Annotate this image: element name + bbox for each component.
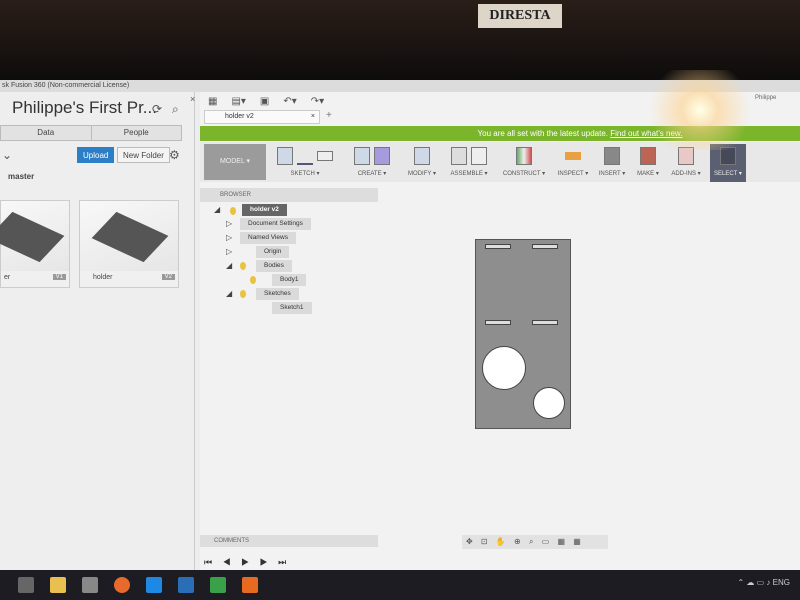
expand-arrow[interactable]: ▷ [226, 219, 232, 228]
close-icon[interactable]: × [190, 94, 195, 104]
file-card[interactable]: er V1 [0, 200, 70, 288]
refresh-icon[interactable]: ⟳ [152, 102, 162, 116]
taskbar [0, 570, 800, 600]
file-icon[interactable]: ▤▾ [231, 96, 245, 107]
data-panel: Philippe's First Pr... ⟳ ⌕ × Data People … [0, 92, 195, 570]
edge-icon[interactable] [146, 577, 162, 593]
file-card[interactable]: holder V2 [79, 200, 179, 288]
inspect-group[interactable]: INSPECT ▾ [554, 144, 592, 182]
collapse-arrow[interactable]: ◢ [226, 289, 232, 298]
extrude-icon[interactable] [354, 147, 370, 165]
new-tab-icon[interactable]: + [326, 110, 332, 121]
gear-icon[interactable]: ⚙ [169, 148, 180, 162]
document-tab-label: holder v2 [225, 113, 254, 120]
branch-label: master [8, 172, 35, 181]
chevron-down-icon[interactable]: ⌄ [2, 148, 12, 162]
fusion-360-icon[interactable] [242, 577, 258, 593]
navigation-bar[interactable]: ✥ ⊡ ✋ ⊕ ⌕ ▭ ▦ ▦ [462, 535, 608, 549]
document-tab[interactable]: holder v2 × [204, 110, 320, 124]
expand-arrow[interactable]: ▷ [226, 247, 232, 256]
app-icon[interactable] [210, 577, 226, 593]
visibility-bulb-icon[interactable] [240, 290, 246, 298]
light-glare [640, 70, 760, 150]
banner-text: You are all set with the latest update. [477, 129, 608, 138]
grid-menu-icon[interactable]: ▦ [208, 96, 217, 107]
press-pull-icon[interactable] [414, 147, 430, 165]
expand-arrow[interactable]: ▷ [226, 233, 232, 242]
screen: sk Fusion 360 (Non-commercial License) P… [0, 80, 800, 570]
redo-icon[interactable]: ↷▾ [311, 96, 324, 107]
collapse-arrow[interactable]: ◢ [226, 261, 232, 270]
construct-group[interactable]: CONSTRUCT ▾ [498, 144, 550, 182]
tree-sketch1[interactable]: Sketch1 [272, 302, 312, 314]
tree-body1[interactable]: Body1 [272, 274, 307, 286]
file-name: holder [93, 274, 113, 281]
fusion-app: ▦ ▤▾ ▣ ↶▾ ↷▾ Philippe holder v2 × + You are a… [200, 92, 800, 570]
close-icon[interactable]: × [311, 111, 315, 123]
firefox-icon[interactable] [114, 577, 130, 593]
upload-button[interactable]: Upload [77, 147, 115, 163]
sign: DIRESTA [478, 4, 562, 28]
tree-root[interactable]: holder v2 [242, 204, 287, 216]
tab-data[interactable]: Data [1, 126, 91, 140]
file-name: er [4, 274, 11, 281]
thumbnail [91, 211, 169, 263]
new-folder-button[interactable]: New Folder [117, 147, 170, 163]
rectangle-icon[interactable] [317, 151, 333, 161]
tree-origin[interactable]: Origin [256, 246, 290, 258]
store-icon[interactable] [82, 577, 98, 593]
version-badge: V1 [52, 274, 66, 280]
workspace-dropdown[interactable]: MODEL ▾ [204, 144, 266, 180]
visibility-bulb-icon[interactable] [230, 207, 236, 215]
measure-icon[interactable] [565, 152, 581, 160]
version-badge: V2 [161, 274, 175, 280]
plane-icon[interactable] [516, 147, 532, 165]
visibility-bulb-icon[interactable] [240, 262, 246, 270]
hole [533, 387, 565, 419]
joint-icon[interactable] [471, 147, 487, 165]
task-view-icon[interactable] [18, 577, 34, 593]
tree-sketches[interactable]: Sketches [256, 288, 299, 300]
component-icon[interactable] [451, 147, 467, 165]
app-icon[interactable] [178, 577, 194, 593]
sketch-icon[interactable] [277, 147, 293, 165]
assemble-group[interactable]: ASSEMBLE ▾ [444, 144, 494, 182]
collapse-arrow[interactable]: ◢ [214, 205, 220, 214]
language-indicator[interactable]: ENG [773, 578, 790, 587]
tree-bodies[interactable]: Bodies [256, 260, 292, 272]
tree-document-settings[interactable]: Document Settings [240, 218, 311, 230]
thumbnail [0, 211, 65, 263]
browser-header[interactable]: BROWSER [200, 188, 378, 202]
undo-icon[interactable]: ↶▾ [283, 96, 296, 107]
create-group[interactable]: CREATE ▾ [342, 144, 402, 182]
line-icon[interactable] [297, 147, 313, 165]
insert-group[interactable]: INSERT ▾ [594, 144, 630, 182]
sketch-group[interactable]: SKETCH ▾ [272, 144, 338, 182]
visibility-bulb-icon[interactable] [250, 276, 256, 284]
tab-people[interactable]: People [90, 126, 181, 140]
background-wall: DIRESTA [0, 0, 800, 80]
hole [482, 346, 526, 390]
save-icon[interactable]: ▣ [260, 96, 269, 107]
image-icon[interactable] [604, 147, 620, 165]
model-plate[interactable] [475, 239, 571, 429]
file-explorer-icon[interactable] [50, 577, 66, 593]
search-icon[interactable]: ⌕ [172, 102, 179, 117]
project-title: Philippe's First Pr... [12, 98, 157, 117]
modify-group[interactable]: MODIFY ▾ [404, 144, 440, 182]
tree-named-views[interactable]: Named Views [240, 232, 296, 244]
comments-panel[interactable]: COMMENTS [200, 535, 378, 547]
timeline-controls[interactable]: ⏮ ◀ ▶ ▶ ⏭ [200, 554, 800, 570]
system-tray: ⌃ ☁ ▭ ♪ ENG [737, 578, 791, 587]
form-icon[interactable] [374, 147, 390, 165]
